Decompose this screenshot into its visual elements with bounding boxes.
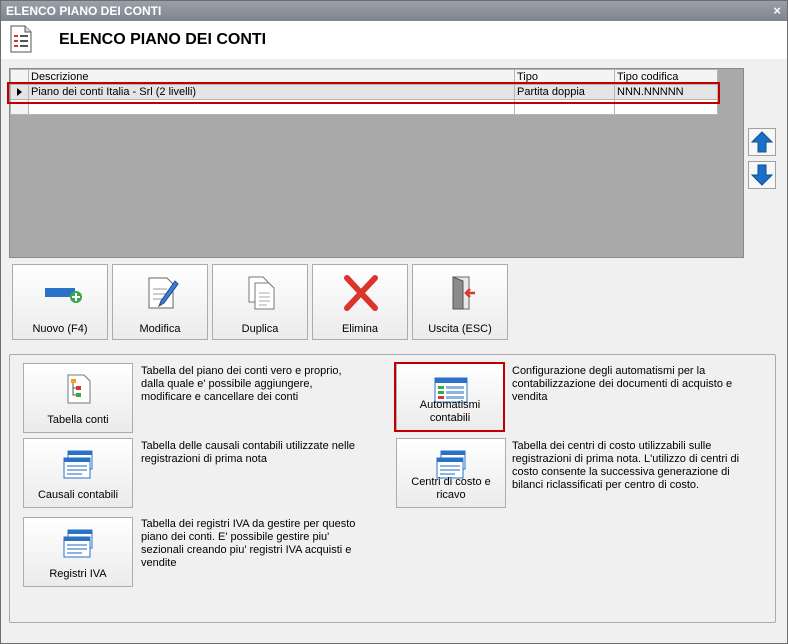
row-indicator (10, 99, 29, 115)
duplica-button[interactable]: Duplica (212, 264, 308, 340)
move-up-button[interactable] (748, 128, 776, 156)
column-header[interactable]: Tipo codifica (614, 69, 718, 85)
causali-description: Tabella delle causali contabili utilizza… (141, 440, 356, 465)
centri-label: Centri di costo e ricavo (411, 476, 491, 501)
nuovo-label: Nuovo (F4) (32, 323, 88, 335)
cell-descrizione[interactable]: Piano dei conti Italia - Srl (2 livelli) (28, 84, 515, 100)
cell-tipo[interactable]: Partita doppia (514, 84, 615, 100)
cell-empty[interactable] (28, 99, 515, 115)
row-pointer-icon (17, 88, 22, 96)
cell-empty[interactable] (514, 99, 615, 115)
cell-empty[interactable] (614, 99, 718, 115)
row-header-corner (10, 69, 29, 85)
tabella-conti-label: Tabella conti (47, 414, 109, 426)
elimina-label: Elimina (341, 323, 379, 335)
delete-x-icon (344, 275, 378, 311)
modifica-label: Modifica (139, 323, 181, 335)
window: ELENCO PIANO DEI CONTI × ELENCO PIANO DE… (0, 0, 788, 644)
window-title: ELENCO PIANO DEI CONTI (6, 4, 162, 18)
causali-label: Causali contabili (37, 489, 119, 501)
table-row[interactable]: Piano dei conti Italia - Srl (2 livelli)… (10, 84, 718, 100)
conti-grid: Descrizione Tipo Tipo codifica Piano dei… (10, 69, 718, 115)
uscita-button[interactable]: Uscita (ESC) (412, 264, 508, 340)
automatismi-label: Automatismi contabili (419, 399, 481, 424)
document-icon (10, 25, 32, 53)
arrow-up-icon (750, 131, 774, 153)
cell-tipo-codifica[interactable]: NNN.NNNNN (614, 84, 718, 100)
causali-contabili-button[interactable]: Causali contabili (23, 438, 133, 508)
centri-description: Tabella dei centri di costo utilizzabili… (512, 440, 740, 491)
elimina-button[interactable]: Elimina (312, 264, 408, 340)
uscita-label: Uscita (ESC) (428, 323, 492, 335)
edit-icon (148, 277, 179, 309)
registri-description: Tabella dei registri IVA da gestire per … (141, 518, 356, 569)
windows-icon (63, 450, 93, 479)
copy-icon (248, 276, 275, 310)
tabella-conti-button[interactable]: Tabella conti (23, 363, 133, 433)
automatismi-contabili-button[interactable]: Automatismi contabili (396, 363, 504, 431)
grid-area: Descrizione Tipo Tipo codifica Piano dei… (9, 68, 744, 258)
registri-label: Registri IVA (49, 568, 107, 580)
duplica-label: Duplica (241, 323, 279, 335)
tabella-conti-description: Tabella del piano dei conti vero e propr… (141, 365, 342, 403)
column-header[interactable]: Descrizione (28, 69, 515, 85)
arrow-down-icon (750, 164, 774, 186)
move-down-button[interactable] (748, 161, 776, 189)
grid-header-row: Descrizione Tipo Tipo codifica (10, 69, 718, 85)
add-icon (45, 288, 82, 303)
close-icon[interactable]: × (773, 1, 781, 21)
tree-table-icon (67, 374, 91, 404)
centri-costo-button[interactable]: Centri di costo e ricavo (396, 438, 506, 508)
modifica-button[interactable]: Modifica (112, 264, 208, 340)
page-title: ELENCO PIANO DEI CONTI (59, 31, 267, 48)
title-bar: ELENCO PIANO DEI CONTI × (1, 1, 787, 21)
registri-iva-button[interactable]: Registri IVA (23, 517, 133, 587)
nuovo-button[interactable]: Nuovo (F4) (12, 264, 108, 340)
column-header[interactable]: Tipo (514, 69, 615, 85)
automatismi-description: Configurazione degli automatismi per la … (512, 365, 733, 403)
row-indicator (10, 84, 29, 100)
windows-icon (63, 529, 93, 558)
windows-icon (436, 450, 466, 479)
table-row-empty[interactable] (10, 99, 718, 115)
exit-door-icon (452, 276, 475, 310)
header: ELENCO PIANO DEI CONTI (1, 21, 787, 59)
